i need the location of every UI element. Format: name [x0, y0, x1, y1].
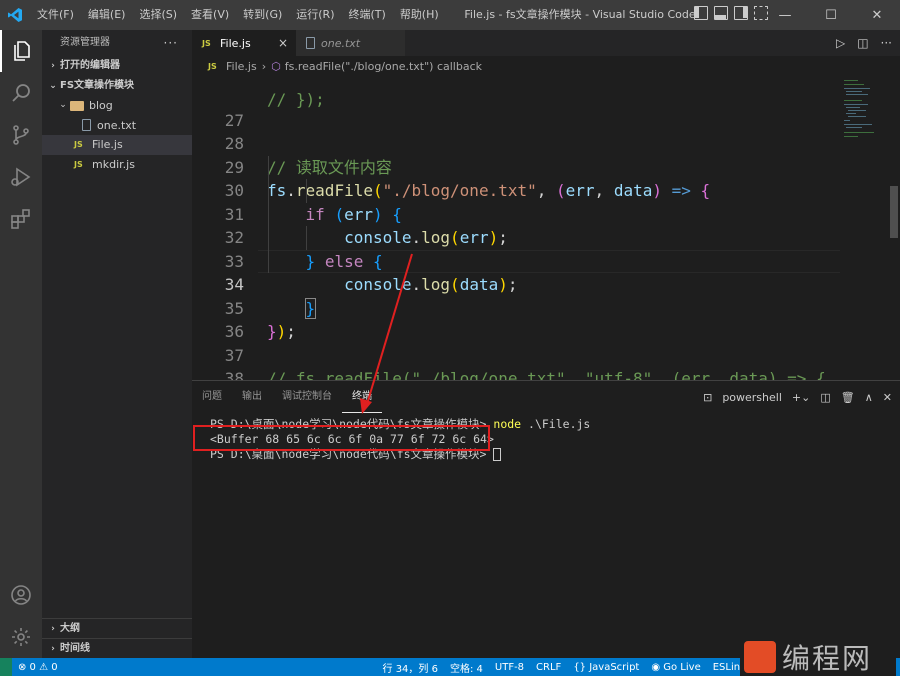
broadcast-icon: ◉ — [651, 661, 664, 673]
remote-indicator[interactable] — [0, 658, 12, 676]
language-mode[interactable]: {} JavaScript — [567, 662, 645, 673]
go-live-button[interactable]: ◉ Go Live — [645, 662, 706, 673]
problems-count[interactable]: ⊗ 0 ⚠ 0 — [12, 662, 64, 673]
watermark: 编程网 — [740, 638, 896, 676]
watermark-text: 编程网 — [782, 642, 873, 675]
annotation-arrow — [360, 253, 413, 414]
encoding[interactable]: UTF-8 — [489, 662, 530, 673]
indentation[interactable]: 空格: 4 — [444, 660, 489, 675]
cursor-position[interactable]: 行 34，列 6 — [377, 660, 444, 675]
line-ending[interactable]: CRLF — [530, 662, 567, 673]
watermark-logo-icon — [744, 641, 776, 673]
go-live-label: Go Live — [663, 661, 701, 673]
